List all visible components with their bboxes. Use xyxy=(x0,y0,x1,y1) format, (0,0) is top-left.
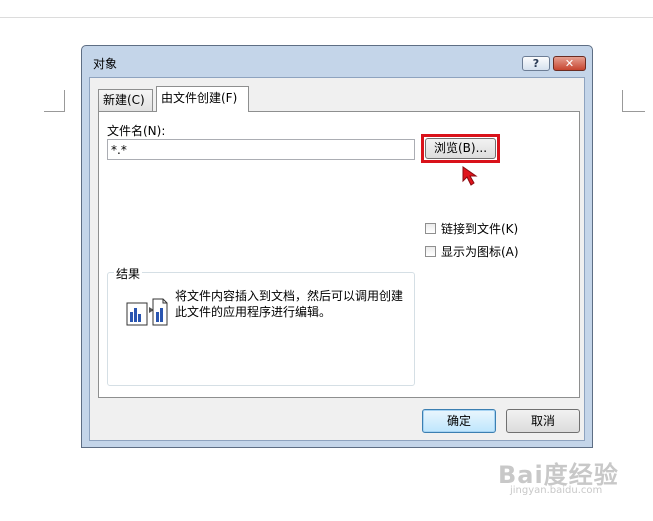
link-to-file-option[interactable]: 链接到文件(K) xyxy=(425,220,518,237)
display-as-icon-label: 显示为图标(A) xyxy=(441,245,519,259)
watermark-url: jingyan.baidu.com xyxy=(510,485,603,496)
page-margin-mark-left xyxy=(44,90,65,112)
cancel-button[interactable]: 取消 xyxy=(506,409,580,433)
close-button[interactable]: ✕ xyxy=(553,56,586,71)
display-as-icon-option[interactable]: 显示为图标(A) xyxy=(425,243,519,260)
baidu-jingyan-watermark: Bai度经验 jingyan.baidu.com xyxy=(498,455,619,496)
document-top-border xyxy=(0,17,653,18)
dialog-title: 对象 xyxy=(93,57,118,71)
object-dialog: 对象 ? ✕ 新建(C) 由文件创建(F) 文件名(N): 浏览(B)... 链… xyxy=(81,45,593,448)
filename-label: 文件名(N): xyxy=(107,124,166,138)
dialog-titlebar[interactable]: 对象 ? ✕ xyxy=(82,46,592,78)
ok-button[interactable]: 确定 xyxy=(422,409,496,433)
dialog-client-area: 新建(C) 由文件创建(F) 文件名(N): 浏览(B)... 链接到文件(K)… xyxy=(89,77,585,441)
filename-input[interactable] xyxy=(107,139,415,160)
result-label: 结果 xyxy=(114,265,143,282)
close-icon: ✕ xyxy=(564,57,575,70)
display-as-icon-checkbox[interactable] xyxy=(425,246,436,257)
tab-panel-from-file: 文件名(N): 浏览(B)... 链接到文件(K) 显示为图标(A) 结果 xyxy=(98,111,580,398)
insert-file-content-icon xyxy=(126,298,168,326)
result-group: 结果 将文件内容插入到文档，然后可以调用创建此文件的应用程序进行编辑。 xyxy=(107,265,415,386)
tab-create-new[interactable]: 新建(C) xyxy=(98,89,153,111)
page-margin-mark-right xyxy=(622,90,645,112)
link-to-file-label: 链接到文件(K) xyxy=(441,222,519,236)
help-button[interactable]: ? xyxy=(522,56,550,71)
pointer-cursor-icon xyxy=(462,166,478,186)
link-to-file-checkbox[interactable] xyxy=(425,223,436,234)
tab-create-from-file[interactable]: 由文件创建(F) xyxy=(156,86,249,112)
browse-button[interactable]: 浏览(B)... xyxy=(425,138,496,159)
result-description: 将文件内容插入到文档，然后可以调用创建此文件的应用程序进行编辑。 xyxy=(175,289,404,319)
